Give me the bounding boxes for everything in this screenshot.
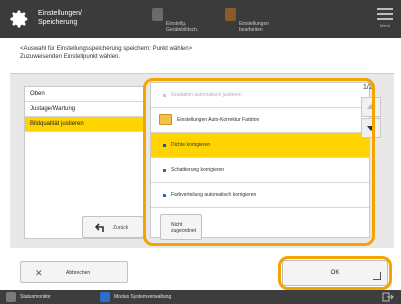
highlight-frame-ok <box>278 256 392 290</box>
instruction-text: <Auswahl für Einstellungsspeicherung spe… <box>20 46 193 60</box>
back-button[interactable]: Zurück <box>82 216 144 238</box>
tab-display-settings-label: Einstellg. Gerätebildsch. <box>166 21 199 33</box>
menu-icon <box>377 8 393 10</box>
status-monitor-icon <box>6 292 16 302</box>
back-button-label: Zurück <box>113 225 129 231</box>
tab-edit-settings[interactable]: Einstellungen bearbeiten <box>225 8 270 33</box>
category-item-bildqualitaet[interactable]: Bildqualität justieren <box>25 117 143 132</box>
highlight-frame-list <box>143 78 375 246</box>
status-bar: Statusmonitor Modus Systemverwaltung <box>0 290 401 304</box>
top-bar: Einstellungen/ Speicherung Einstellg. Ge… <box>0 0 401 38</box>
system-mode-icon <box>100 292 110 302</box>
category-item-justage[interactable]: Justage/Wartung <box>25 102 143 117</box>
tab-display-settings[interactable]: Einstellg. Gerätebildsch. <box>152 8 199 33</box>
menu-button[interactable]: Menü <box>377 8 393 30</box>
gear-icon <box>10 10 28 28</box>
back-arrow-icon <box>95 223 104 232</box>
edit-settings-icon <box>225 8 236 21</box>
status-monitor-link[interactable]: Statusmonitor <box>20 293 51 301</box>
tab-edit-settings-label: Einstellungen bearbeiten <box>239 21 270 33</box>
display-settings-icon <box>152 8 163 21</box>
cancel-button-label: Abbrechen <box>66 270 91 276</box>
cancel-button[interactable]: ✕ Abbrechen <box>20 261 128 283</box>
menu-label: Menü <box>379 23 390 28</box>
category-item-oben[interactable]: Oben <box>25 87 143 102</box>
system-mode-label: Modus Systemverwaltung <box>114 294 172 300</box>
close-icon: ✕ <box>35 268 43 278</box>
screen-title: Einstellungen/ Speicherung <box>38 10 82 26</box>
logout-icon[interactable] <box>382 292 394 302</box>
